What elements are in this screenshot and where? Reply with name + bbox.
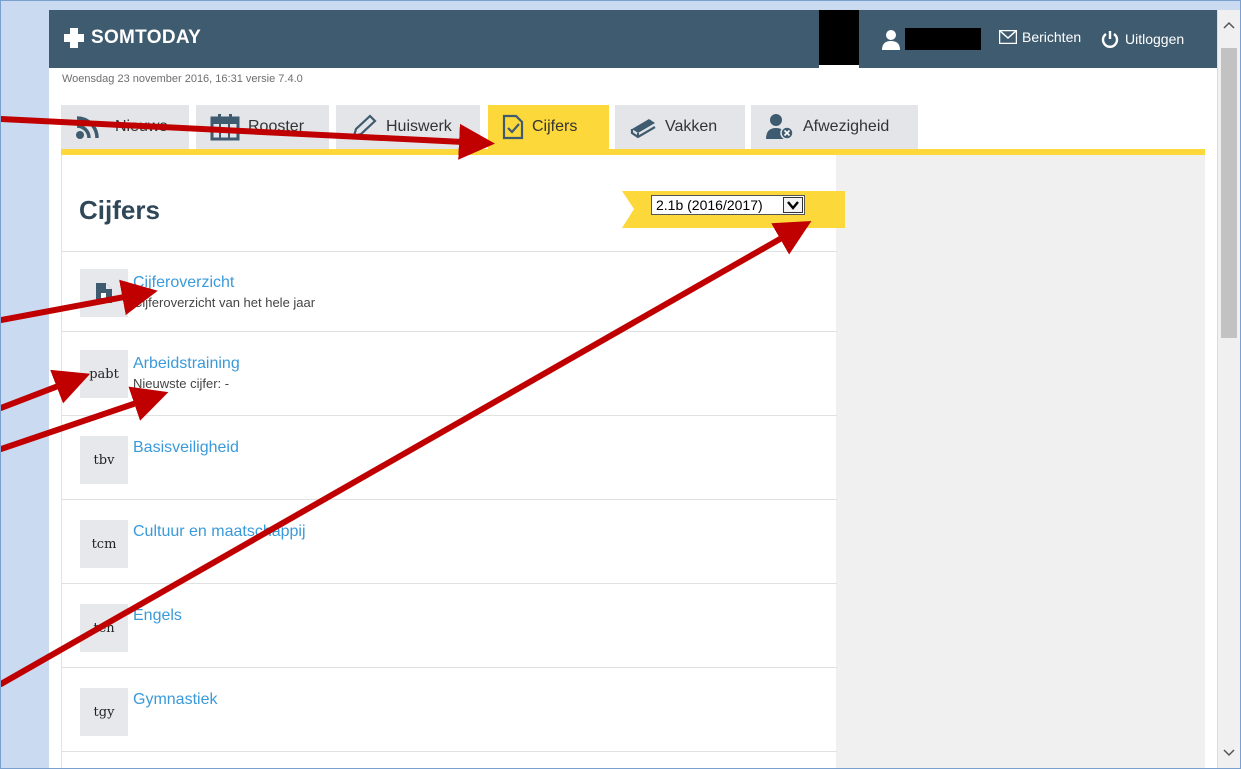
period-dropdown-button[interactable] — [783, 197, 803, 213]
page-title: Cijfers — [79, 195, 160, 225]
absent-person-icon — [766, 114, 794, 140]
tab-vakken[interactable]: Vakken — [615, 105, 745, 149]
period-select-value: 2.1b (2016/2017) — [656, 197, 763, 213]
list-item-title[interactable]: Gymnastiek — [133, 691, 217, 709]
tab-label: Vakken — [665, 118, 718, 135]
list-item-title[interactable]: Engels — [133, 607, 182, 625]
top-header: SOMTODAY Berichten Uitloggen — [49, 10, 1217, 68]
list-item-subtitle: Nieuwste cijfer: - — [133, 376, 230, 391]
date-version-line: Woensdag 23 november 2016, 16:31 versie … — [62, 73, 303, 85]
chevron-down-icon — [787, 201, 799, 210]
somtoday-logo[interactable]: SOMTODAY — [63, 27, 201, 49]
scroll-up-button[interactable] — [1218, 10, 1240, 40]
chevron-up-icon — [1223, 21, 1235, 29]
power-icon — [1101, 31, 1119, 48]
subject-avatar: ten — [80, 604, 128, 652]
list-item-gymnastiek[interactable]: tgy Gymnastiek — [62, 667, 837, 751]
scroll-thumb[interactable] — [1221, 48, 1237, 338]
vertical-scrollbar[interactable] — [1217, 10, 1240, 768]
period-select[interactable]: 2.1b (2016/2017) — [651, 195, 805, 215]
uitloggen-link[interactable]: Uitloggen — [1100, 29, 1184, 49]
list-item-title[interactable]: Arbeidstraining — [133, 355, 240, 373]
tab-label: Huiswerk — [386, 118, 452, 135]
list-item-cijferoverzicht[interactable]: Cijferoverzicht Cijferoverzicht van het … — [62, 251, 837, 331]
check-document-icon — [502, 114, 524, 140]
list-item-next[interactable] — [62, 751, 837, 768]
tab-cijfers[interactable]: Cijfers — [488, 105, 609, 149]
tab-nieuws[interactable]: Nieuws — [61, 105, 189, 149]
tab-label: Rooster — [248, 118, 305, 135]
books-icon — [630, 119, 656, 139]
list-item-cultuur-en-maatschappij[interactable]: tcm Cultuur en maatschappij — [62, 499, 837, 583]
tab-label: Cijfers — [532, 118, 578, 135]
list-item-arbeidstraining[interactable]: pabt Arbeidstraining Nieuwste cijfer: - — [62, 331, 837, 415]
berichten-label: Berichten — [1022, 29, 1082, 45]
tab-rooster[interactable]: Rooster — [196, 105, 329, 149]
list-item-subtitle: Cijferoverzicht van het hele jaar — [133, 295, 316, 310]
list-item-engels[interactable]: ten Engels — [62, 583, 837, 667]
list-item-title[interactable]: Cultuur en maatschappij — [133, 523, 306, 541]
browser-frame: SOMTODAY Berichten Uitloggen Woensdag 23… — [0, 0, 1241, 769]
cijfers-panel: Cijfers 2.1b (2016/2017) Cijferoverzicht… — [61, 155, 845, 768]
subject-avatar: tcm — [80, 520, 128, 568]
pencil-icon — [352, 114, 377, 139]
subject-avatar: tbv — [80, 436, 128, 484]
calendar-icon — [210, 114, 240, 141]
chevron-down-icon — [1223, 749, 1235, 757]
uitloggen-label: Uitloggen — [1125, 31, 1185, 47]
tab-afwezigheid[interactable]: Afwezigheid — [751, 105, 918, 149]
redacted-username — [905, 28, 981, 50]
page-content: Woensdag 23 november 2016, 16:31 versie … — [49, 68, 1217, 768]
tab-label: Afwezigheid — [803, 118, 890, 135]
document-icon — [96, 283, 112, 303]
subject-avatar — [80, 269, 128, 317]
right-panel — [836, 155, 1205, 768]
redaction-block — [819, 10, 859, 68]
logo-icon — [64, 28, 84, 48]
app-name: SOMTODAY — [91, 27, 202, 48]
list-item-basisveiligheid[interactable]: tbv Basisveiligheid — [62, 415, 837, 499]
scroll-down-button[interactable] — [1218, 738, 1240, 768]
subject-avatar: tgy — [80, 688, 128, 736]
tab-label: Nieuws — [115, 118, 168, 135]
user-icon[interactable] — [881, 29, 901, 51]
rss-icon — [76, 116, 99, 139]
tab-huiswerk[interactable]: Huiswerk — [336, 105, 480, 149]
berichten-link[interactable]: Berichten — [999, 29, 1081, 45]
list-item-title[interactable]: Basisveiligheid — [133, 439, 239, 457]
subject-avatar: pabt — [80, 350, 128, 398]
list-item-title[interactable]: Cijferoverzicht — [133, 274, 234, 292]
envelope-icon — [999, 30, 1017, 44]
